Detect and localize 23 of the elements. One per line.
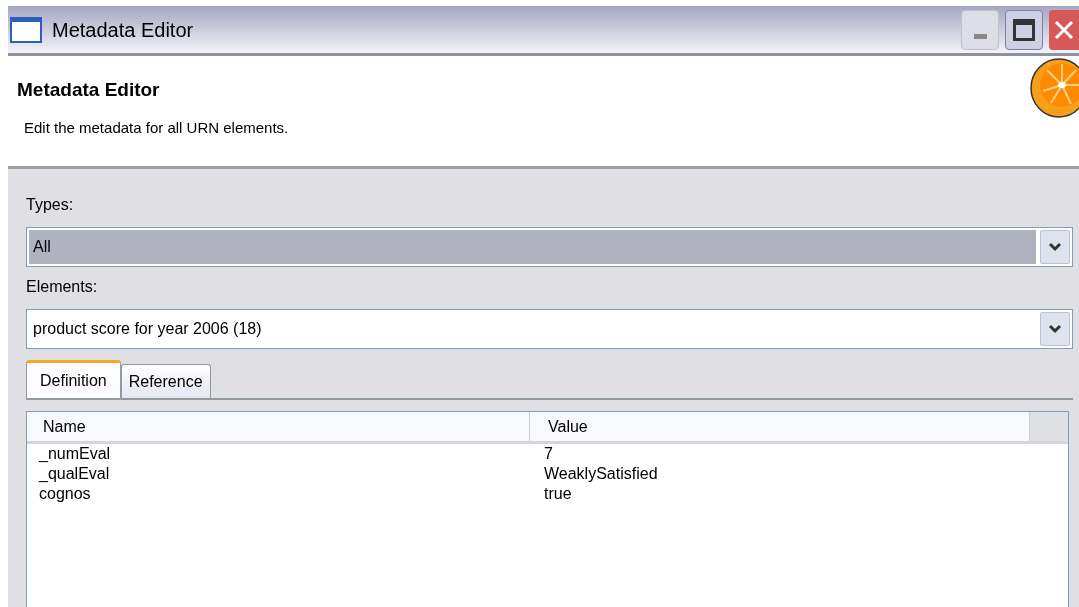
table-cell-text: _numEval bbox=[37, 444, 112, 464]
table-cell-text: cognos bbox=[38, 484, 92, 504]
dropdown[interactable]: product score for year 2006 (18) bbox=[26, 309, 1073, 349]
table-cell-text: WeaklySatisfied bbox=[543, 464, 658, 484]
tab[interactable]: Reference bbox=[120, 364, 211, 398]
dropdown[interactable]: All bbox=[26, 227, 1073, 267]
column-header[interactable]: Name bbox=[27, 412, 530, 441]
window-title: Metadata Editor bbox=[52, 17, 195, 43]
minimize-icon[interactable] bbox=[961, 9, 999, 50]
table-cell-text: true bbox=[543, 484, 572, 504]
table-cell-text: _qualEval bbox=[37, 464, 111, 484]
tab[interactable]: Definition bbox=[26, 360, 121, 398]
table-cell-text: 7 bbox=[543, 444, 553, 464]
maximize-icon[interactable] bbox=[1005, 9, 1043, 50]
chevron-down-icon[interactable] bbox=[1040, 312, 1070, 346]
header-description: Edit the metadata for all URN elements. bbox=[23, 117, 290, 138]
elements-label: Elements: bbox=[26, 277, 99, 297]
window-icon bbox=[10, 16, 42, 43]
chevron-down-icon[interactable] bbox=[1040, 230, 1070, 264]
close-icon[interactable] bbox=[1049, 9, 1079, 50]
types-label: Types: bbox=[26, 195, 75, 215]
dropdown-value: All bbox=[29, 230, 1036, 264]
header-title: Metadata Editor bbox=[17, 78, 161, 102]
